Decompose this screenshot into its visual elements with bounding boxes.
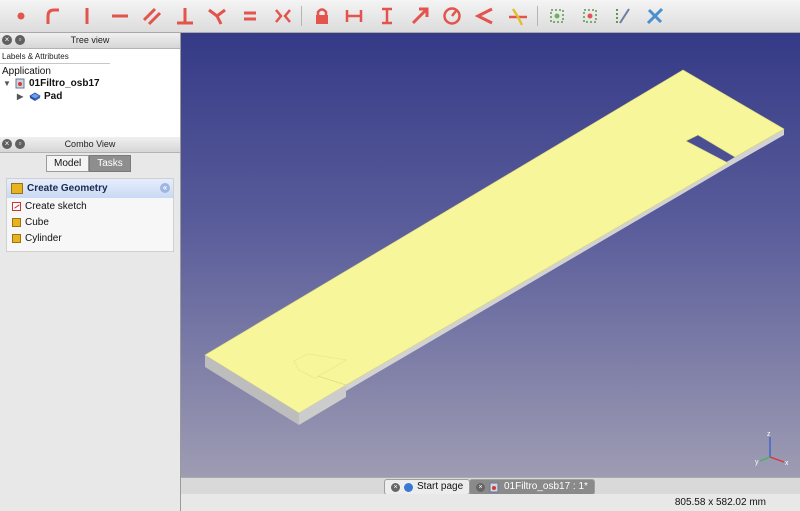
perpendicular-icon[interactable] bbox=[172, 3, 198, 29]
3d-viewport[interactable]: z y x bbox=[181, 33, 800, 477]
pad-label: Pad bbox=[44, 91, 63, 102]
radius-icon[interactable] bbox=[439, 3, 465, 29]
float-icon[interactable]: ▫ bbox=[15, 35, 25, 45]
tree-view-titlebar: × ▫ Tree view bbox=[0, 33, 180, 49]
column-divider bbox=[0, 63, 110, 64]
equal-icon[interactable] bbox=[237, 3, 263, 29]
point-icon[interactable] bbox=[8, 3, 34, 29]
svg-text:z: z bbox=[767, 431, 771, 438]
task-item-label: Create sketch bbox=[25, 200, 87, 212]
arc-icon[interactable] bbox=[40, 3, 66, 29]
sketcher-toolbar bbox=[0, 0, 800, 33]
expanded-arrow-icon[interactable]: ▼ bbox=[3, 79, 12, 88]
collapsed-arrow-icon[interactable]: ▶ bbox=[17, 92, 26, 101]
tab-start-page[interactable]: × Start page bbox=[384, 479, 471, 495]
document-icon bbox=[15, 78, 25, 89]
tree-view-title: Tree view bbox=[70, 35, 110, 45]
document-tab-label: 01Filtro_osb17 : 1* bbox=[504, 481, 588, 492]
pad-icon bbox=[29, 92, 41, 101]
task-cube[interactable]: Cube bbox=[7, 214, 173, 230]
float-icon[interactable]: ▫ bbox=[15, 139, 25, 149]
document-tabbar: × Start page × 01Filtro_osb17 : 1* bbox=[181, 477, 800, 495]
horizontal-distance-icon[interactable] bbox=[341, 3, 367, 29]
model-render bbox=[204, 69, 785, 425]
document-label: 01Filtro_osb17 bbox=[29, 78, 100, 89]
combo-view-title: Combo View bbox=[64, 139, 116, 149]
tangent-icon[interactable] bbox=[204, 3, 230, 29]
combo-tabs: Model Tasks bbox=[46, 155, 131, 172]
vertical-distance-icon[interactable] bbox=[374, 3, 400, 29]
svg-text:y: y bbox=[755, 459, 759, 466]
horizontal-line-icon[interactable] bbox=[107, 3, 133, 29]
globe-icon bbox=[404, 482, 413, 492]
left-panel: × ▫ Tree view Labels & Attributes Applic… bbox=[0, 33, 181, 511]
task-create-sketch[interactable]: Create sketch bbox=[7, 198, 173, 214]
symmetric-icon[interactable] bbox=[270, 3, 296, 29]
task-header-label: Create Geometry bbox=[27, 183, 108, 194]
axis-cross-icon: z y x bbox=[755, 431, 789, 467]
document-icon bbox=[489, 482, 499, 492]
combo-view-titlebar: × ▫ Combo View bbox=[0, 137, 180, 153]
snell-icon[interactable] bbox=[505, 3, 531, 29]
cylinder-icon bbox=[12, 233, 21, 243]
parallel-icon[interactable] bbox=[139, 3, 165, 29]
svg-text:x: x bbox=[785, 460, 789, 467]
toolbar-separator bbox=[301, 6, 302, 26]
tree-column-header: Labels & Attributes bbox=[2, 52, 69, 61]
toolbar-separator bbox=[537, 6, 538, 26]
select-conflicting-icon[interactable] bbox=[577, 3, 603, 29]
cube-icon bbox=[12, 217, 21, 227]
close-icon[interactable]: × bbox=[476, 482, 485, 492]
close-icon[interactable]: × bbox=[2, 35, 12, 45]
tab-document[interactable]: × 01Filtro_osb17 : 1* bbox=[469, 479, 595, 495]
sketch-icon bbox=[12, 201, 21, 211]
lock-icon[interactable] bbox=[309, 3, 335, 29]
tree-item-document[interactable]: ▼ 01Filtro_osb17 bbox=[3, 78, 100, 89]
tree-item-application[interactable]: Application bbox=[2, 66, 51, 77]
task-cylinder[interactable]: Cylinder bbox=[7, 230, 173, 246]
application-label: Application bbox=[2, 66, 51, 77]
geometry-icon bbox=[11, 183, 23, 194]
task-item-label: Cube bbox=[25, 216, 49, 228]
model-top-face bbox=[204, 69, 785, 414]
select-constraints-icon[interactable] bbox=[544, 3, 570, 29]
close-icon[interactable]: × bbox=[2, 139, 12, 149]
dimensions-readout: 805.58 x 582.02 mm bbox=[674, 497, 766, 508]
tab-model[interactable]: Model bbox=[46, 155, 90, 172]
status-bar: 805.58 x 582.02 mm bbox=[181, 494, 800, 511]
task-panel: Create Geometry « Create sketch Cube Cyl… bbox=[6, 178, 174, 252]
toggle-reference-icon[interactable] bbox=[610, 3, 636, 29]
angle-icon[interactable] bbox=[472, 3, 498, 29]
start-page-label: Start page bbox=[417, 481, 464, 492]
task-header[interactable]: Create Geometry « bbox=[7, 179, 173, 198]
close-icon[interactable]: × bbox=[391, 482, 400, 492]
collapse-icon[interactable]: « bbox=[160, 183, 170, 193]
vertical-line-icon[interactable] bbox=[74, 3, 100, 29]
length-icon[interactable] bbox=[407, 3, 433, 29]
tree-view: Labels & Attributes Application ▼ 01Filt… bbox=[0, 49, 180, 137]
tab-tasks[interactable]: Tasks bbox=[89, 155, 131, 172]
task-item-label: Cylinder bbox=[25, 232, 62, 244]
clone-icon[interactable] bbox=[642, 3, 668, 29]
tree-item-pad[interactable]: ▶ Pad bbox=[17, 91, 62, 102]
